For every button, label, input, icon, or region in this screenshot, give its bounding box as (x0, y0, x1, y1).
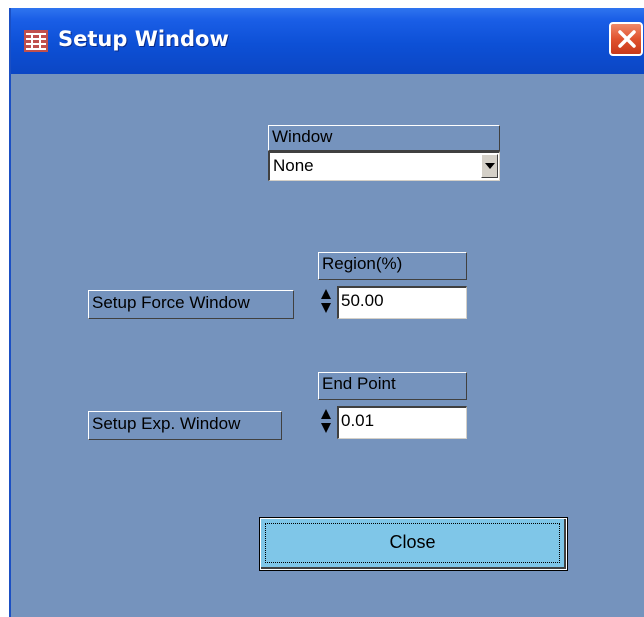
close-button-label: Close (389, 532, 436, 552)
window-title: Setup Window (58, 27, 229, 51)
window-select[interactable]: None (268, 151, 500, 181)
grid-app-icon (24, 30, 48, 52)
end-point-field-label: End Point (318, 372, 467, 400)
close-icon[interactable] (609, 22, 643, 56)
setup-exp-window-button[interactable]: Setup Exp. Window (88, 411, 282, 440)
chevron-down-icon[interactable] (481, 154, 498, 178)
close-button[interactable]: Close (259, 517, 568, 571)
setup-force-window-button[interactable]: Setup Force Window (88, 290, 294, 319)
end-point-spinner[interactable] (319, 406, 333, 436)
window-select-value: None (273, 156, 314, 175)
region-input[interactable]: 50.00 (337, 286, 467, 319)
region-spinner[interactable] (319, 286, 333, 316)
end-point-input[interactable]: 0.01 (337, 406, 467, 439)
window-select-label: Window (268, 125, 500, 151)
close-button-face: Close (261, 519, 566, 569)
region-field-label: Region(%) (318, 252, 467, 280)
title-bar[interactable]: Setup Window (11, 8, 644, 74)
